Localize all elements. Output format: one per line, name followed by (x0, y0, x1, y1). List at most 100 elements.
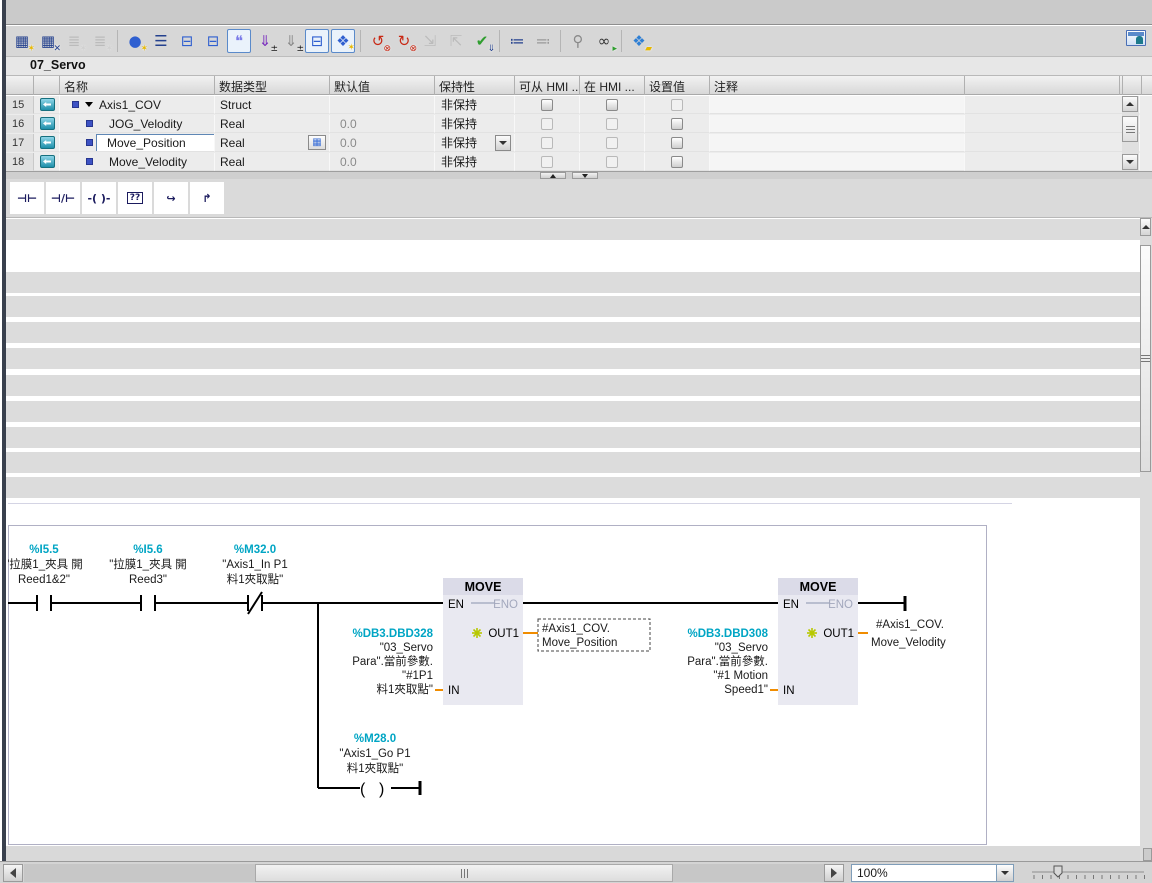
comment-cell[interactable] (710, 134, 965, 152)
name-cell[interactable]: Move_Position (60, 134, 215, 152)
col-header-name[interactable]: 名称 (60, 76, 215, 95)
svg-text:%M32.0[interactable]: %M32.0 (234, 544, 276, 556)
datatype-cell[interactable]: Real▦ (215, 134, 330, 152)
svg-text:%DB3.DBD328[interactable]: %DB3.DBD328 (352, 628, 433, 640)
copy-start-to-snapshot-icon[interactable]: ⇱ (444, 29, 468, 53)
scroll-up-button[interactable] (1140, 218, 1151, 236)
add-object-icon[interactable]: ●✶ (123, 29, 147, 53)
editor-vertical-scrollbar[interactable] (1140, 218, 1152, 861)
retain-cell[interactable]: 非保持 (435, 134, 515, 152)
col-header-hmi-accessible[interactable]: 可从 HMI ... (515, 76, 580, 95)
expand-members-icon[interactable]: ⊟ (175, 29, 199, 53)
row-number[interactable]: 15 (6, 96, 34, 114)
col-header-rownum[interactable] (6, 76, 34, 95)
open-branch-button[interactable]: ↪ (154, 182, 188, 214)
name-cell[interactable]: Move_Velodity (60, 153, 215, 171)
comment-cell[interactable] (710, 115, 965, 133)
comment-toggle-icon[interactable]: ❝ (227, 29, 251, 53)
sort-order-icon[interactable]: ☰ (149, 29, 173, 53)
svg-text:Move_Position[interactable]: Move_Position (542, 637, 617, 649)
default-value-cell[interactable]: 0.0 (330, 153, 435, 171)
col-header-hmi-visible[interactable]: 在 HMI ... (580, 76, 645, 95)
collapsed-network[interactable] (6, 401, 1140, 422)
setpoint-checkbox[interactable] (671, 118, 683, 130)
setpoint-checkbox[interactable] (671, 99, 683, 111)
insert-row-icon[interactable]: ▦✶ (10, 29, 34, 53)
svg-text:%I5.5[interactable]: %I5.5 (29, 544, 59, 556)
download-values-icon[interactable]: ⇓± (253, 29, 277, 53)
no-contact-button[interactable]: ⊣⊢ (10, 182, 44, 214)
delete-row-icon[interactable]: ▦✕ (36, 29, 60, 53)
default-value-cell[interactable]: 0.0 (330, 134, 435, 152)
setpoint-checkbox[interactable] (671, 137, 683, 149)
svg-text:Move_Velodity[interactable]: Move_Velodity (871, 637, 946, 649)
datatype-cell[interactable]: Struct (215, 96, 330, 114)
comment-cell[interactable] (710, 96, 965, 114)
col-header-retain[interactable]: 保持性 (435, 76, 515, 95)
scroll-left-button[interactable] (3, 864, 23, 882)
name-cell[interactable]: Axis1_COV (60, 96, 215, 114)
expand-rows-icon[interactable]: ≔ (505, 29, 529, 53)
svg-text:#Axis1_COV.[interactable]: #Axis1_COV. (542, 623, 610, 635)
collapsed-network[interactable] (6, 477, 1140, 498)
overview-icon[interactable]: ❖▰ (627, 29, 651, 53)
monitor-all-icon[interactable]: ∞▸ (592, 29, 616, 53)
collapsed-network[interactable] (6, 272, 1140, 293)
scroll-thumb[interactable] (1122, 116, 1138, 142)
row-number[interactable]: 17 (6, 134, 34, 152)
table-vertical-scrollbar[interactable] (1122, 96, 1139, 171)
collapsed-network[interactable] (6, 375, 1140, 396)
svg-text:%M28.0[interactable]: %M28.0 (354, 733, 396, 745)
hmi-visible-checkbox[interactable] (606, 99, 618, 111)
scroll-down-button[interactable] (1122, 154, 1138, 170)
retain-dropdown-button[interactable] (495, 135, 511, 151)
find-replace-icon[interactable]: ⚲ (566, 29, 590, 53)
datatype-cell[interactable]: Real (215, 153, 330, 171)
hmi-accessible-checkbox[interactable] (541, 99, 553, 111)
detach-pane-icon[interactable] (1126, 30, 1146, 46)
scroll-right-button[interactable] (824, 864, 844, 882)
name-cell[interactable]: JOG_Velodity (60, 115, 215, 133)
collapse-members-icon[interactable]: ⊟ (201, 29, 225, 53)
svg-text:%DB3.DBD308[interactable]: %DB3.DBD308 (687, 628, 768, 640)
hmi-accessible-checkbox[interactable] (541, 137, 553, 149)
close-branch-button[interactable]: ↱ (190, 182, 224, 214)
retain-cell[interactable]: 非保持 (435, 115, 515, 133)
row-number[interactable]: 16 (6, 115, 34, 133)
create-snapshot-icon[interactable]: ❖✶ (331, 29, 355, 53)
col-header-setpoint[interactable]: 设置值 (645, 76, 710, 95)
hmi-accessible-checkbox[interactable] (541, 118, 553, 130)
hmi-visible-checkbox[interactable] (606, 137, 618, 149)
datatype-picker-button[interactable]: ▦ (308, 135, 326, 150)
retain-cell[interactable]: 非保持 (435, 153, 515, 171)
svg-text:%I5.6[interactable]: %I5.6 (133, 544, 162, 556)
hmi-visible-checkbox[interactable] (606, 118, 618, 130)
name-edit-box[interactable]: Move_Position (96, 134, 215, 152)
copy-snapshot-to-start-icon[interactable]: ⇲ (418, 29, 442, 53)
expanded-mode-icon[interactable]: ⊟ (305, 29, 329, 53)
collapsed-network[interactable] (6, 427, 1140, 448)
coil-button[interactable]: -( )- (82, 182, 116, 214)
hmi-visible-checkbox[interactable] (606, 156, 618, 168)
move-block-2[interactable]: MOVE EN ENO OUT1 IN (778, 578, 858, 705)
col-header-default[interactable]: 默认值 (330, 76, 435, 95)
comment-cell[interactable] (710, 153, 965, 171)
expand-arrow-icon[interactable] (85, 102, 93, 107)
nc-contact-button[interactable]: ⊣/⊢ (46, 182, 80, 214)
collapse-rows-icon[interactable]: ≕ (531, 29, 555, 53)
zoom-slider[interactable] (1028, 863, 1148, 883)
col-header-comment[interactable]: 注释 (710, 76, 965, 95)
zoom-dropdown-button[interactable] (996, 865, 1013, 881)
col-header-datatype[interactable]: 数据类型 (215, 76, 330, 95)
collapsed-network[interactable] (6, 348, 1140, 369)
reset-retentive-values-icon[interactable]: ↻⊗ (392, 29, 416, 53)
setpoint-checkbox[interactable] (671, 156, 683, 168)
default-value-cell[interactable] (330, 96, 435, 114)
table-scroll-down-mini-button[interactable] (572, 172, 598, 179)
table-scroll-up-mini-button[interactable] (540, 172, 566, 179)
zoom-level-combobox[interactable]: 100% (851, 864, 1014, 882)
svg-text:#Axis1_COV.[interactable]: #Axis1_COV. (876, 619, 944, 631)
collapsed-network[interactable] (6, 296, 1140, 317)
retain-cell[interactable]: 非保持 (435, 96, 515, 114)
collapsed-network[interactable] (6, 452, 1140, 473)
